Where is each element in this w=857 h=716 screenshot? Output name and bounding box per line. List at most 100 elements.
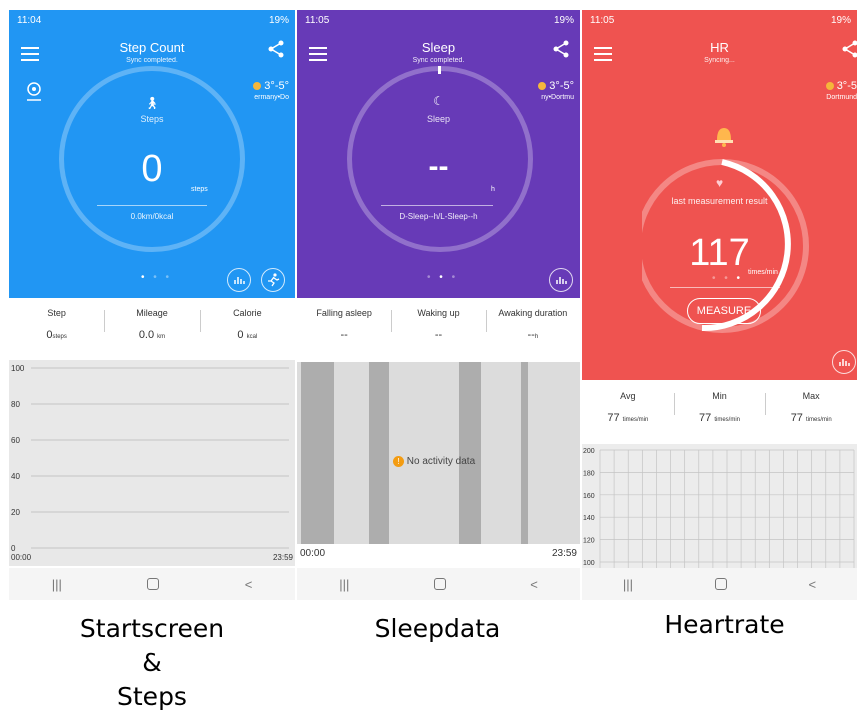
y-tick-label: 120 — [583, 538, 595, 545]
weather-sun-icon — [538, 82, 547, 91]
sleep-value: -- — [428, 150, 449, 183]
page-title: HR — [710, 40, 729, 55]
bar-chart-icon — [839, 359, 850, 366]
share-icon[interactable] — [841, 40, 857, 58]
page-title: Step Count — [119, 40, 185, 55]
y-tick-label: 140 — [583, 515, 595, 522]
home-icon[interactable] — [147, 578, 160, 590]
x-axis-start: 00:00 — [300, 548, 326, 559]
steps-stats-row: Step 0steps Mileage 0.0 km Calorie 0 kca… — [9, 302, 295, 356]
hr-value: 117 — [689, 232, 750, 274]
stat-waking-up: Waking up -- — [391, 302, 485, 356]
hr-chart: 200 180 160 140 120 100 — [582, 444, 857, 568]
stats-button[interactable] — [227, 268, 251, 292]
y-tick-label: 40 — [11, 472, 20, 481]
android-nav-bar: ||| < — [582, 568, 857, 600]
sleep-header: 11:05 19% Sleep Sync completed. 3°-5° ny… — [297, 10, 580, 298]
sleep-screen: 11:05 19% Sleep Sync completed. 3°-5° ny… — [297, 10, 580, 600]
weather-widget[interactable]: 3°-5 Dortmund — [825, 80, 857, 101]
x-tick-label: 00:00 — [11, 553, 32, 562]
share-icon[interactable] — [552, 40, 570, 58]
sleep-band — [459, 362, 481, 544]
y-tick-label: 100 — [583, 560, 595, 567]
measure-button[interactable]: MEASURE — [687, 298, 761, 324]
weather-sun-icon — [825, 82, 834, 91]
status-bar: 11:05 19% — [305, 15, 574, 26]
heart-icon: ♥ — [715, 176, 724, 190]
back-icon[interactable]: < — [245, 577, 253, 592]
page-title: Sleep — [421, 40, 456, 55]
share-icon[interactable] — [267, 40, 285, 58]
ring-divider — [381, 205, 493, 206]
ring-divider — [97, 205, 207, 206]
stats-button[interactable] — [549, 268, 573, 292]
running-icon — [268, 273, 280, 287]
hr-chart-plot: 200 180 160 140 120 100 — [583, 448, 855, 568]
home-icon[interactable] — [433, 578, 446, 590]
bar-chart-icon — [556, 277, 567, 284]
status-time: 11:04 — [17, 15, 42, 26]
battery-level: 19% — [268, 15, 289, 26]
hr-header: 11:05 19% HR Syncing... 3°-5 Dortmund ♥ … — [582, 10, 857, 380]
stat-max: Max 77 times/min — [765, 385, 857, 441]
steps-chart-plot: 100 80 60 40 20 000:00 23:59 — [11, 364, 294, 562]
back-icon[interactable]: < — [809, 577, 817, 592]
ring-label: last measurement result — [671, 196, 768, 206]
workout-button[interactable] — [261, 268, 285, 292]
ring-top-marker — [438, 66, 441, 74]
weather-sun-icon — [253, 82, 262, 91]
stat-calorie: Calorie 0 kcal — [199, 302, 295, 356]
status-time: 11:05 — [590, 15, 615, 26]
page-indicator: • • • — [712, 273, 744, 284]
y-tick-label: 80 — [11, 400, 20, 409]
sleep-band — [369, 362, 389, 544]
x-axis-end: 23:59 — [551, 548, 577, 559]
sleep-chart: ! No activity data 00:00 23:59 — [297, 360, 580, 566]
walking-icon: 🚶︎ — [144, 96, 160, 110]
steps-header: 11:04 19% Step Count Sync completed. 3°-… — [9, 10, 295, 298]
info-icon: ! — [393, 456, 404, 467]
sleep-band — [301, 362, 334, 544]
bar-chart-icon — [234, 277, 245, 284]
sleep-stats-row: Falling asleep -- Waking up -- Awaking d… — [297, 302, 580, 356]
x-tick-label: 23:59 — [273, 553, 294, 562]
sync-status: Sync completed. — [412, 57, 465, 64]
alarm-bell-icon[interactable] — [713, 122, 735, 148]
status-bar: 11:05 19% — [590, 15, 851, 26]
stat-awaking-duration: Awaking duration --h — [485, 302, 580, 356]
sync-status: Sync completed. — [126, 57, 178, 64]
battery-level: 19% — [830, 15, 851, 26]
home-icon[interactable] — [714, 578, 727, 590]
battery-level: 19% — [553, 15, 574, 26]
sleep-band-area — [297, 362, 580, 544]
recent-apps-icon[interactable]: ||| — [623, 577, 633, 592]
ring-label: Steps — [140, 114, 164, 124]
hr-screen: 11:05 19% HR Syncing... 3°-5 Dortmund ♥ … — [582, 10, 857, 600]
stat-falling-asleep: Falling asleep -- — [316, 308, 372, 341]
sync-status: Syncing... — [704, 57, 735, 64]
status-bar: 11:04 19% — [17, 15, 289, 26]
y-tick-label: 20 — [11, 508, 20, 517]
y-tick-label: 0 — [11, 544, 16, 553]
stat-min: Min 77 times/min — [673, 385, 766, 441]
android-nav-bar: ||| < — [9, 568, 295, 600]
page-indicator: • • • — [141, 272, 173, 283]
y-tick-label: 200 — [583, 448, 595, 455]
stat-avg: Avg 77 times/min — [607, 391, 649, 424]
recent-apps-icon[interactable]: ||| — [52, 577, 62, 592]
recent-apps-icon[interactable]: ||| — [339, 577, 349, 592]
weather-temp: 3°-5° — [264, 80, 289, 92]
back-icon[interactable]: < — [530, 577, 538, 592]
ring-divider — [670, 287, 780, 288]
weather-temp: 3°-5° — [549, 80, 574, 92]
y-tick-label: 160 — [583, 493, 595, 500]
sleep-unit: h — [491, 186, 495, 193]
weather-location: Dortmund — [826, 94, 857, 101]
ring-label: Sleep — [426, 114, 451, 124]
steps-unit: steps — [191, 186, 208, 193]
caption-sleep: Sleepdata — [374, 614, 501, 643]
android-nav-bar: ||| < — [297, 568, 580, 600]
deep-light-sleep: D-Sleep--h/L-Sleep--h — [399, 212, 478, 221]
weather-temp: 3°-5 — [836, 80, 857, 92]
stats-button[interactable] — [832, 350, 856, 374]
